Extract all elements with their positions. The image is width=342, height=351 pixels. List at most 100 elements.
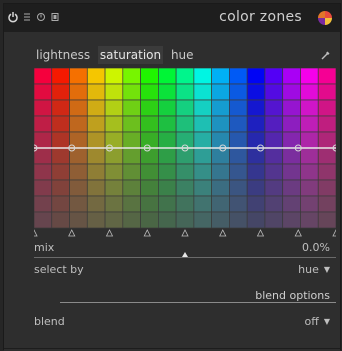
grid-cell: [317, 99, 336, 117]
grid-cell: [104, 115, 124, 133]
color-picker-icon[interactable]: [320, 49, 332, 61]
dropdown-arrow-icon: ▼: [323, 265, 330, 274]
grid-cell: [300, 179, 319, 197]
grid-cell: [300, 83, 319, 101]
grid-cell: [122, 195, 141, 213]
grid-cell: [193, 83, 212, 101]
node-marker-triangle: [68, 229, 76, 237]
grid-cell: [300, 147, 319, 165]
mix-label: mix: [34, 241, 55, 254]
grid-cell: [246, 99, 266, 117]
grid-cell: [300, 211, 319, 229]
color-zones-graph[interactable]: [34, 68, 336, 238]
grid-cell: [229, 211, 248, 229]
power-icon[interactable]: [8, 11, 18, 23]
grid-cell: [140, 163, 159, 181]
grid-cell: [211, 115, 230, 133]
grid-cell: [158, 68, 177, 85]
grid-cell: [34, 83, 53, 101]
grid-cell: [34, 195, 53, 213]
grid-cell: [282, 99, 301, 117]
grid-cell: [86, 131, 106, 149]
color-wheel-icon[interactable]: [318, 11, 332, 25]
grid-cell: [140, 211, 159, 229]
grid-cell: [158, 115, 177, 133]
grid-cell: [317, 147, 336, 165]
grid-cell: [51, 211, 70, 229]
module-header: color zones: [4, 4, 340, 32]
node-marker-triangle: [332, 229, 336, 237]
grid-cell: [51, 163, 70, 181]
grid-cell: [158, 195, 177, 213]
grid-cell: [317, 68, 336, 85]
grid-cell: [86, 83, 106, 101]
reset-icon[interactable]: [36, 11, 46, 23]
grid-cell: [175, 147, 195, 165]
grid-cell: [175, 131, 195, 149]
presets-icon[interactable]: [50, 11, 60, 23]
grid-cell: [104, 163, 124, 181]
grid-cell: [140, 83, 159, 101]
grid-cell: [229, 83, 248, 101]
grid-cell: [300, 131, 319, 149]
grid-cell: [264, 99, 284, 117]
grid-cell: [282, 147, 301, 165]
grid-cell: [175, 68, 195, 85]
grid-cell: [51, 115, 70, 133]
grid-cell: [51, 99, 70, 117]
grid-cell: [300, 115, 319, 133]
blend-value: off: [304, 315, 319, 328]
tab-hue[interactable]: hue: [169, 46, 196, 64]
grid-cell: [282, 163, 301, 181]
grid-cell: [264, 147, 284, 165]
grid-cell: [246, 83, 266, 101]
grid-cell: [175, 195, 195, 213]
grid-cell: [282, 211, 301, 229]
grid-cell: [211, 195, 230, 213]
grid-cell: [264, 115, 284, 133]
grid-cell: [211, 211, 230, 229]
grid-cell: [193, 68, 212, 85]
menu-icon[interactable]: [22, 11, 32, 23]
grid-cell: [193, 131, 212, 149]
grid-cell: [69, 147, 88, 165]
grid-cell: [34, 99, 53, 117]
grid-cell: [122, 68, 141, 85]
select-by-value: hue: [298, 263, 319, 276]
grid-cell: [140, 115, 159, 133]
grid-cell: [51, 68, 70, 85]
node-marker-triangle: [143, 229, 151, 237]
grid-cell: [193, 195, 212, 213]
grid-cell: [317, 195, 336, 213]
blend-combobox[interactable]: off ▼: [305, 315, 330, 328]
tab-lightness[interactable]: lightness: [34, 46, 92, 64]
grid-cell: [317, 83, 336, 101]
grid-cell: [69, 163, 88, 181]
mix-slider-handle[interactable]: [182, 252, 188, 257]
grid-cell: [229, 163, 248, 181]
grid-cell: [193, 115, 212, 133]
tab-saturation[interactable]: saturation: [97, 46, 164, 64]
grid-cell: [246, 68, 266, 85]
grid-cell: [158, 211, 177, 229]
mix-slider[interactable]: [34, 257, 336, 258]
grid-cell: [300, 99, 319, 117]
grid-cell: [229, 68, 248, 85]
select-by-combobox[interactable]: hue ▼: [298, 263, 330, 276]
grid-cell: [104, 83, 124, 101]
grid-cell: [122, 147, 141, 165]
grid-cell: [158, 83, 177, 101]
grid-cell: [229, 179, 248, 197]
blend-options-section[interactable]: blend options: [255, 289, 330, 302]
dropdown-arrow-icon: ▼: [323, 317, 330, 326]
grid-cell: [264, 163, 284, 181]
grid-cell: [86, 115, 106, 133]
grid-cell: [211, 83, 230, 101]
grid-cell: [86, 99, 106, 117]
grid-cell: [246, 211, 266, 229]
grid-cell: [175, 99, 195, 117]
grid-cell: [246, 195, 266, 213]
grid-cell: [104, 179, 124, 197]
select-by-label: select by: [34, 263, 84, 276]
grid-cell: [86, 195, 106, 213]
